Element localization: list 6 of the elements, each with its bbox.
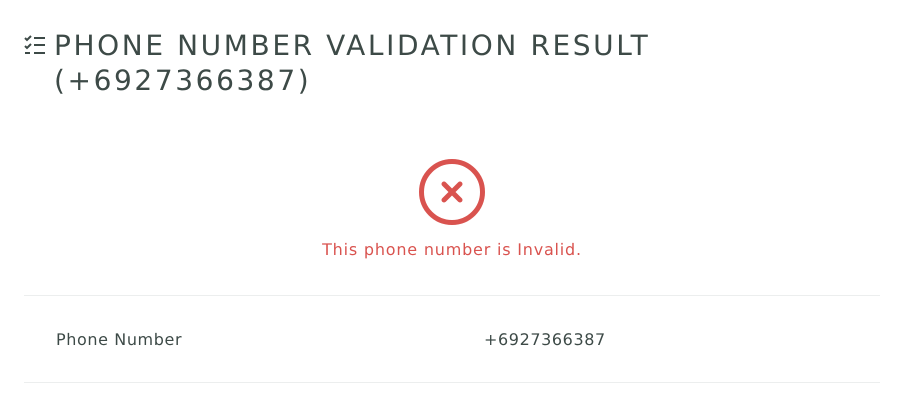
checklist-icon	[24, 34, 46, 56]
detail-label: Phone Number	[56, 330, 184, 349]
result-message: This phone number is Invalid.	[322, 240, 582, 259]
page-title: PHONE NUMBER VALIDATION RESULT (+6927366387)	[54, 28, 652, 98]
error-icon	[418, 158, 486, 226]
detail-value: +6927366387	[484, 330, 607, 349]
